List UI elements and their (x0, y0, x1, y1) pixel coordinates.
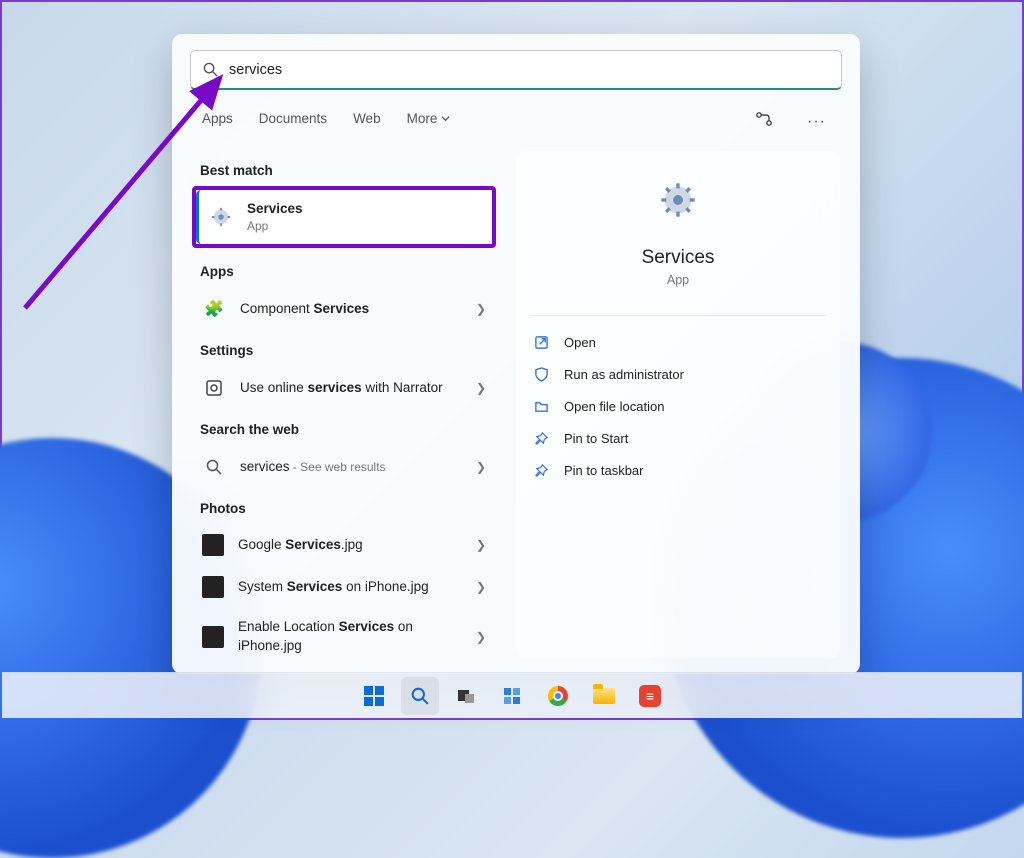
action-pin-taskbar[interactable]: Pin to taskbar (530, 454, 826, 486)
start-search-panel: Apps Documents Web More ··· Best match S… (172, 34, 860, 674)
shield-icon (534, 366, 550, 382)
result-web-services[interactable]: services - See web results ❯ (192, 445, 496, 489)
taskbar-widgets-button[interactable] (493, 677, 531, 715)
result-narrator-setting[interactable]: Use online services with Narrator ❯ (192, 366, 496, 410)
action-pin-start[interactable]: Pin to Start (530, 422, 826, 454)
result-component-services[interactable]: 🧩 Component Services ❯ (192, 287, 496, 331)
section-apps: Apps (192, 252, 496, 287)
result-photo[interactable]: System Services on iPhone.jpg ❯ (192, 566, 496, 608)
section-photos: Photos (192, 489, 496, 524)
chevron-right-icon: ❯ (476, 580, 486, 594)
taskbar-search-button[interactable] (401, 677, 439, 715)
taskview-icon (456, 686, 476, 706)
taskbar-start-button[interactable] (355, 677, 393, 715)
component-icon: 🧩 (202, 297, 226, 321)
tab-apps[interactable]: Apps (202, 111, 233, 132)
result-photo[interactable]: Enable Location Services on iPhone.jpg ❯ (192, 608, 496, 658)
photo-thumbnail (202, 534, 224, 556)
chevron-right-icon: ❯ (476, 630, 486, 644)
result-title: Services (247, 200, 482, 218)
chevron-down-icon (441, 114, 450, 123)
taskbar-file-explorer[interactable] (585, 677, 623, 715)
taskbar-chrome[interactable] (539, 677, 577, 715)
section-settings: Settings (192, 331, 496, 366)
detail-pane: Services App Open Run as administrator O… (516, 151, 840, 658)
open-icon (534, 334, 550, 350)
detail-subtitle: App (667, 273, 689, 287)
taskbar-taskview-button[interactable] (447, 677, 485, 715)
chevron-right-icon: ❯ (476, 381, 486, 395)
pin-icon (534, 462, 550, 478)
action-run-admin[interactable]: Run as administrator (530, 358, 826, 390)
online-services-icon (202, 376, 226, 400)
results-list: Best match Services App Apps 🧩 Component… (192, 151, 496, 658)
search-icon (203, 62, 219, 78)
folder-icon (593, 688, 615, 704)
windows-logo-icon (364, 686, 384, 706)
chrome-icon (548, 686, 568, 706)
more-options-icon[interactable]: ··· (803, 109, 830, 135)
flow-icon[interactable] (751, 106, 777, 137)
search-bar[interactable] (190, 50, 842, 90)
annotation-highlight: Services App (192, 186, 496, 248)
result-photo[interactable]: Google Services.jpg ❯ (192, 524, 496, 566)
tab-more[interactable]: More (407, 111, 451, 132)
folder-icon (534, 398, 550, 414)
section-search-web: Search the web (192, 410, 496, 445)
photo-thumbnail (202, 576, 224, 598)
search-icon (202, 455, 226, 479)
action-open-location[interactable]: Open file location (530, 390, 826, 422)
filter-tabs: Apps Documents Web More ··· (172, 90, 860, 149)
action-open[interactable]: Open (530, 326, 826, 358)
gear-icon (209, 205, 233, 229)
section-best-match: Best match (192, 151, 496, 186)
gear-icon (657, 179, 699, 221)
tab-web[interactable]: Web (353, 111, 381, 132)
detail-title: Services (642, 247, 715, 269)
result-services-app[interactable]: Services App (196, 190, 492, 244)
tab-documents[interactable]: Documents (259, 111, 327, 132)
search-input[interactable] (229, 62, 829, 78)
taskbar: ≡ (2, 672, 1022, 718)
chevron-right-icon: ❯ (476, 302, 486, 316)
chevron-right-icon: ❯ (476, 460, 486, 474)
todoist-icon: ≡ (639, 685, 661, 707)
chevron-right-icon: ❯ (476, 538, 486, 552)
pin-icon (534, 430, 550, 446)
widgets-icon (502, 686, 522, 706)
result-subtitle: App (247, 218, 482, 234)
taskbar-todoist[interactable]: ≡ (631, 677, 669, 715)
photo-thumbnail (202, 626, 224, 648)
search-icon (411, 687, 429, 705)
